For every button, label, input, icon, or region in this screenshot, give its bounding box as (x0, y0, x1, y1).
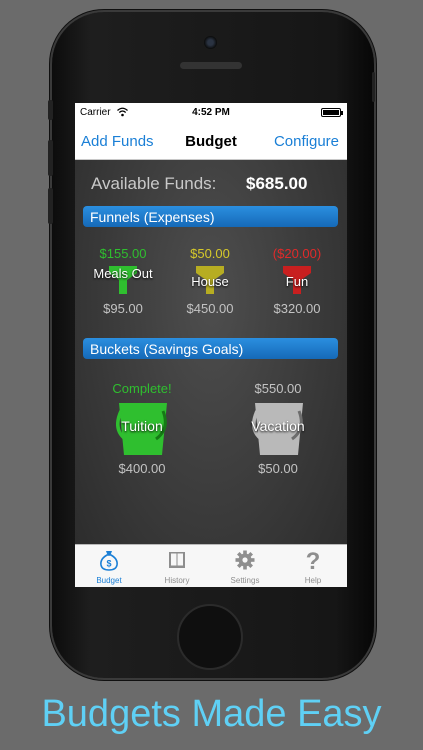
buckets-section-title: Buckets (Savings Goals) (90, 341, 244, 357)
tab-help[interactable]: ? Help (279, 545, 347, 587)
funnel-bottom-value: $450.00 (186, 301, 234, 316)
volume-up-button (48, 140, 53, 176)
tab-budget[interactable]: $ Budget (75, 545, 143, 587)
gear-icon (235, 550, 255, 570)
bucket-top-value: Complete! (112, 381, 172, 396)
mute-switch (48, 100, 53, 120)
funnel-meals-out[interactable]: $155.00 Meals Out $95.00 (83, 246, 163, 316)
available-funds-label: Available Funds: (91, 174, 217, 193)
funnel-house[interactable]: $50.00 House $450.00 (170, 246, 250, 316)
app-screen: Carrier 4:52 PM Add Funds Budget Configu… (75, 103, 347, 587)
tab-label: Settings (230, 576, 260, 585)
volume-down-button (48, 188, 53, 224)
bucket-vacation[interactable]: $550.00 Vacation $50.00 (223, 381, 333, 476)
funnel-name: Fun (285, 274, 309, 289)
funnel-name: House (191, 274, 229, 289)
tab-bar: $ Budget History Settings ? Help (75, 544, 347, 587)
front-camera (204, 36, 217, 49)
navigation-bar: Add Funds Budget Configure (75, 123, 347, 160)
home-button[interactable] (177, 604, 243, 670)
bucket-tuition[interactable]: Complete! Tuition $400.00 (87, 381, 197, 476)
tab-label: Budget (96, 576, 122, 585)
tab-label: History (164, 576, 190, 585)
money-bag-icon: $ (100, 551, 118, 571)
earpiece-speaker (180, 62, 242, 69)
funnel-top-value: $50.00 (190, 246, 230, 261)
funnels-section-header: Funnels (Expenses) (83, 206, 338, 227)
bucket-bottom-value: $50.00 (258, 461, 298, 476)
bucket-bottom-value: $400.00 (118, 461, 166, 476)
funnel-top-value: ($20.00) (272, 246, 322, 261)
funnel-top-value: $155.00 (99, 246, 147, 261)
configure-button[interactable]: Configure (274, 133, 339, 150)
tab-history[interactable]: History (143, 545, 211, 587)
svg-text:?: ? (306, 549, 321, 571)
tab-settings[interactable]: Settings (211, 545, 279, 587)
funnel-name: Meals Out (93, 266, 153, 281)
bucket-name: Vacation (251, 418, 305, 434)
bucket-name: Tuition (121, 418, 163, 434)
status-bar: Carrier 4:52 PM (75, 103, 347, 123)
svg-text:$: $ (106, 559, 111, 569)
question-mark-icon: ? (306, 549, 321, 571)
status-time: 4:52 PM (192, 107, 230, 118)
buckets-section-header: Buckets (Savings Goals) (83, 338, 338, 359)
power-button (372, 72, 375, 102)
tab-label: Help (304, 576, 322, 585)
funnel-bottom-value: $320.00 (273, 301, 321, 316)
bucket-top-value: $550.00 (254, 381, 302, 396)
battery-icon (321, 108, 343, 117)
funnel-bottom-value: $95.00 (103, 301, 143, 316)
funnel-fun[interactable]: ($20.00) Fun $320.00 (257, 246, 337, 316)
available-funds-value: $685.00 (246, 174, 308, 193)
book-icon (169, 552, 185, 568)
promo-caption: Budgets Made Easy (41, 693, 382, 735)
funnels-section-title: Funnels (Expenses) (90, 209, 215, 225)
